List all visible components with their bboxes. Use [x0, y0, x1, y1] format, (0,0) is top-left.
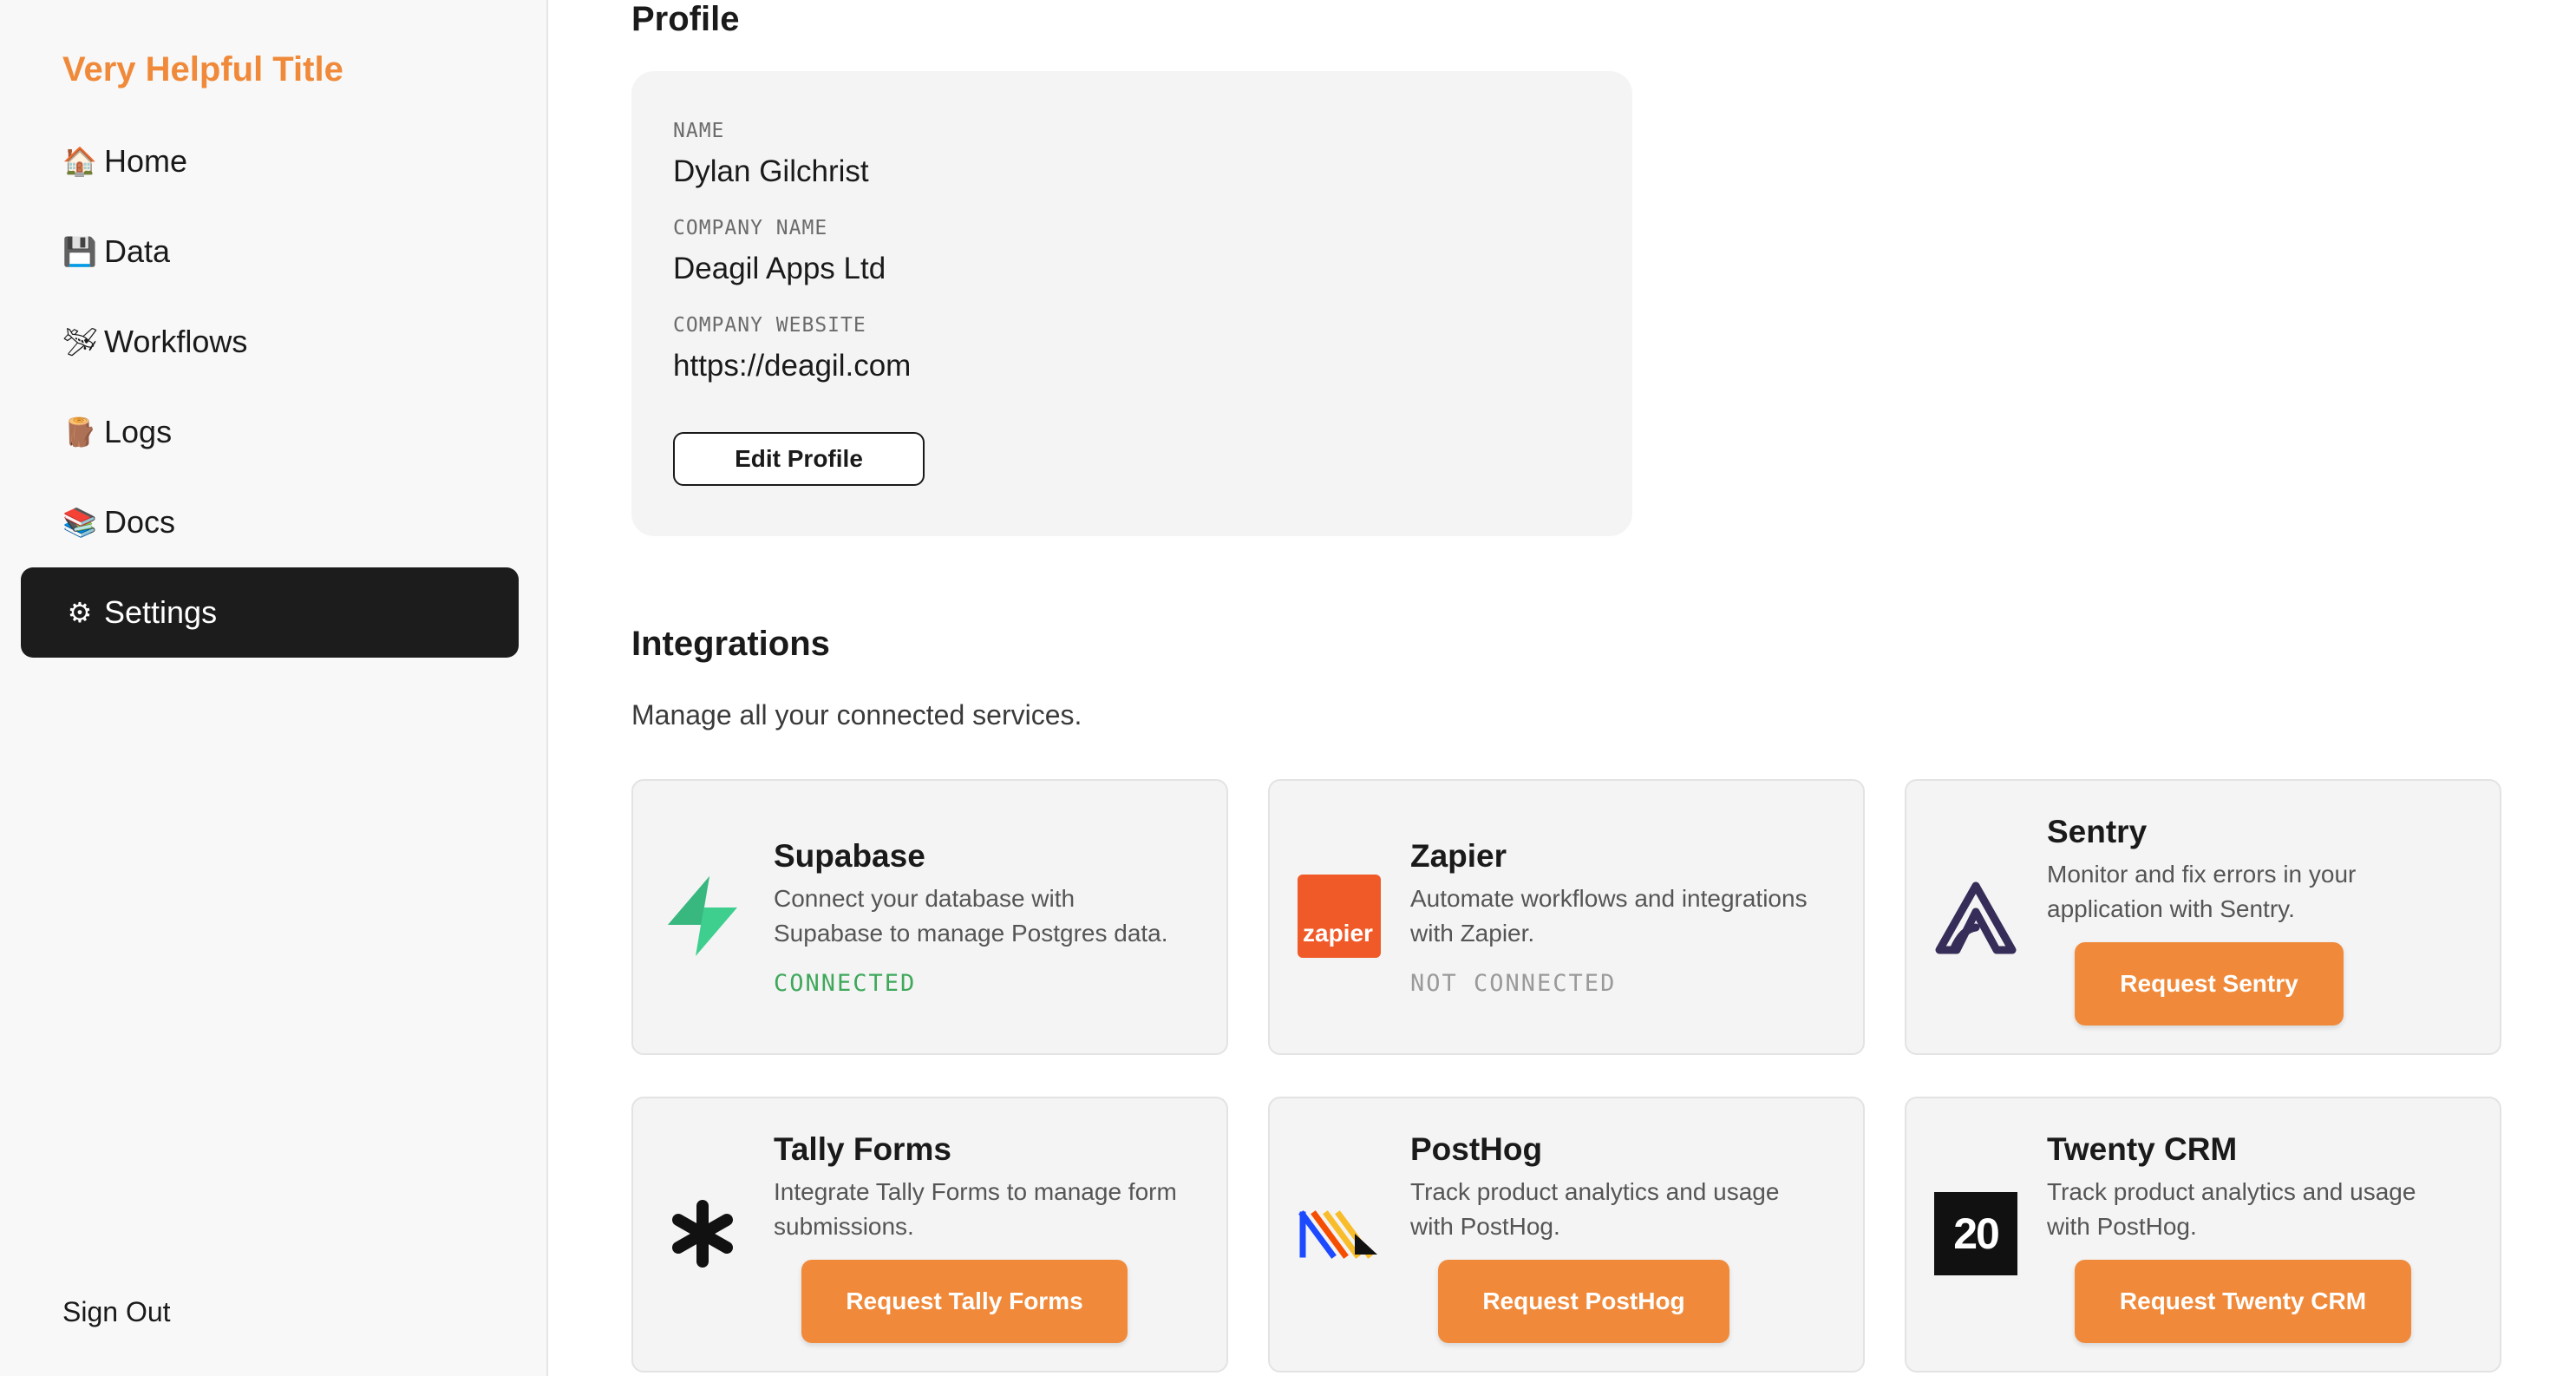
- integration-description: Track product analytics and usage with P…: [1410, 1178, 1780, 1240]
- sidebar-item-label: Workflows: [104, 324, 248, 359]
- sidebar: Very Helpful Title 🏠 Home 💾 Data 🛩 Workf…: [0, 0, 548, 1376]
- company-website-value: https://deagil.com: [673, 349, 912, 383]
- integration-title: Twenty CRM: [2047, 1131, 2238, 1167]
- status-badge: NOT CONNECTED: [1410, 970, 1617, 997]
- sidebar-item-label: Logs: [104, 414, 173, 449]
- integration-description: Connect your database with Supabase to m…: [774, 885, 1168, 947]
- integration-description: Automate workflows and integrations with…: [1410, 885, 1808, 947]
- request-tally-forms-button[interactable]: Request Tally Forms: [801, 1260, 1128, 1343]
- sidebar-item-data[interactable]: 💾 Data: [21, 206, 519, 297]
- integration-title: Sentry: [2047, 814, 2148, 849]
- zapier-logo-text: zapier: [1303, 920, 1373, 947]
- sidebar-item-logs[interactable]: 🪵 Logs: [21, 387, 519, 477]
- sidebar-item-settings[interactable]: ⚙ Settings: [21, 567, 519, 658]
- company-name-value: Deagil Apps Ltd: [673, 252, 886, 285]
- sidebar-item-docs[interactable]: 📚 Docs: [21, 477, 519, 567]
- sidebar-item-label: Settings: [104, 594, 218, 630]
- integration-title: Zapier: [1410, 838, 1507, 874]
- twenty-crm-logo-icon: 20: [1932, 1190, 2019, 1277]
- request-sentry-button[interactable]: Request Sentry: [2075, 942, 2344, 1025]
- request-twenty-crm-button[interactable]: Request Twenty CRM: [2075, 1260, 2411, 1343]
- profile-heading: Profile: [631, 0, 740, 38]
- posthog-hedgehog-icon: [1296, 1190, 1383, 1277]
- integration-title: Supabase: [774, 838, 925, 874]
- integration-card-sentry: Sentry Monitor and fix errors in your ap…: [1905, 779, 2501, 1055]
- twenty-crm-logo-text: 20: [1953, 1209, 2000, 1258]
- integration-title: PostHog: [1410, 1131, 1543, 1167]
- profile-card: NAME Dylan Gilchrist COMPANY NAME Deagil…: [631, 71, 1632, 536]
- integration-card-supabase: Supabase Connect your database with Supa…: [631, 779, 1228, 1055]
- integration-description: Track product analytics and usage with P…: [2047, 1178, 2416, 1240]
- name-value: Dylan Gilchrist: [673, 154, 869, 188]
- sidebar-item-workflows[interactable]: 🛩 Workflows: [21, 297, 519, 387]
- tally-asterisk-icon: [659, 1190, 746, 1277]
- sign-out-link[interactable]: Sign Out: [62, 1296, 171, 1328]
- supabase-bolt-icon: [659, 873, 746, 960]
- integrations-subtitle: Manage all your connected services.: [631, 699, 1082, 731]
- name-label: NAME: [673, 120, 725, 142]
- status-badge: CONNECTED: [774, 970, 917, 997]
- books-icon: 📚: [62, 507, 97, 538]
- wood-log-icon: 🪵: [62, 416, 97, 448]
- integration-description: Monitor and fix errors in your applicati…: [2047, 861, 2357, 922]
- sidebar-item-home[interactable]: 🏠 Home: [21, 116, 519, 206]
- integrations-heading: Integrations: [631, 625, 830, 663]
- floppy-disk-icon: 💾: [62, 236, 97, 267]
- company-website-label: COMPANY WEBSITE: [673, 314, 866, 337]
- integration-title: Tally Forms: [774, 1131, 951, 1167]
- integration-card-posthog: PostHog Track product analytics and usag…: [1268, 1097, 1865, 1373]
- sidebar-item-label: Home: [104, 143, 188, 179]
- sidebar-item-label: Data: [104, 233, 171, 269]
- integration-description: Integrate Tally Forms to manage form sub…: [774, 1178, 1177, 1240]
- app-title: Very Helpful Title: [62, 50, 343, 88]
- sentry-logo-icon: [1932, 873, 2019, 960]
- zapier-logo-icon: zapier: [1296, 873, 1383, 960]
- company-name-label: COMPANY NAME: [673, 217, 828, 239]
- integration-card-tally-forms: Tally Forms Integrate Tally Forms to man…: [631, 1097, 1228, 1373]
- gear-icon: ⚙: [67, 597, 93, 628]
- edit-profile-button[interactable]: Edit Profile: [673, 432, 925, 486]
- sidebar-item-label: Docs: [104, 504, 176, 540]
- airplane-icon: 🛩: [62, 326, 98, 357]
- house-icon: 🏠: [62, 146, 97, 177]
- request-posthog-button[interactable]: Request PostHog: [1438, 1260, 1729, 1343]
- integration-card-twenty-crm: 20 Twenty CRM Track product analytics an…: [1905, 1097, 2501, 1373]
- integration-card-zapier: zapier Zapier Automate workflows and int…: [1268, 779, 1865, 1055]
